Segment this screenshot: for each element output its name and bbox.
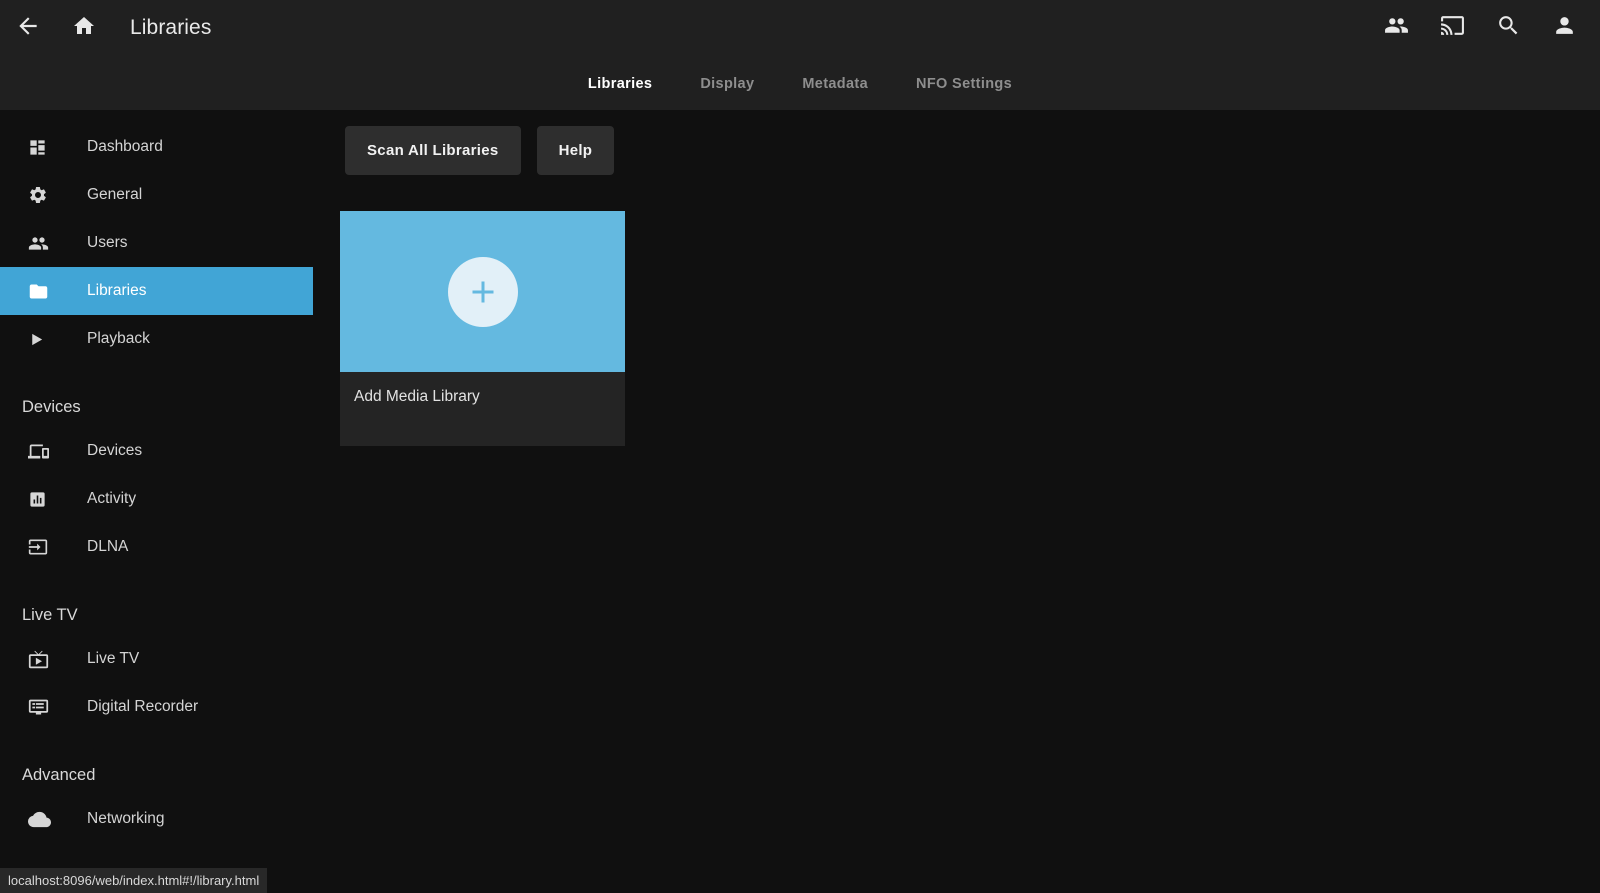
tab-display[interactable]: Display	[676, 66, 778, 102]
sidebar-item-users[interactable]: Users	[0, 219, 313, 267]
header-actions	[1368, 0, 1592, 56]
add-media-library-card[interactable]: Add Media Library	[340, 211, 625, 446]
sidebar-label: DLNA	[87, 538, 129, 555]
sidebar-item-digital-recorder[interactable]: Digital Recorder	[0, 683, 313, 731]
cast-button[interactable]	[1424, 0, 1480, 56]
jellyfin-dashboard-page: Libraries Libraries Display Metadata NFO…	[0, 0, 1600, 893]
user-account-button[interactable]	[1536, 0, 1592, 56]
sidebar-label: Users	[87, 234, 128, 251]
people-icon	[28, 231, 58, 255]
sidebar-item-libraries[interactable]: Libraries	[0, 267, 313, 315]
sidebar-label: Libraries	[87, 282, 147, 299]
sidebar-label: Live TV	[87, 650, 140, 667]
tv-icon	[28, 647, 58, 671]
dashboard-grid-icon	[28, 135, 58, 159]
devices-icon	[28, 439, 58, 463]
plus-icon	[447, 256, 518, 327]
tab-metadata[interactable]: Metadata	[778, 66, 892, 102]
home-icon	[72, 14, 96, 43]
settings-tab-bar: Libraries Display Metadata NFO Settings	[0, 58, 1600, 110]
search-button[interactable]	[1480, 0, 1536, 56]
sidebar-item-devices[interactable]: Devices	[0, 427, 313, 475]
sidebar-item-activity[interactable]: Activity	[0, 475, 313, 523]
scan-all-libraries-button[interactable]: Scan All Libraries	[345, 126, 521, 175]
back-button[interactable]	[0, 0, 56, 56]
add-media-library-thumbnail	[340, 211, 625, 372]
sidebar-heading-devices: Devices	[22, 398, 81, 416]
sidebar-label: Activity	[87, 490, 137, 507]
sidebar-item-live-tv[interactable]: Live TV	[0, 635, 313, 683]
cloud-icon	[28, 807, 58, 831]
sidebar-item-networking[interactable]: Networking	[0, 795, 313, 843]
activity-chart-icon	[28, 487, 58, 511]
sidebar-label: Networking	[87, 810, 165, 827]
sidebar-heading-advanced: Advanced	[22, 766, 96, 784]
page-title: Libraries	[130, 16, 212, 39]
help-button[interactable]: Help	[536, 126, 615, 175]
sidebar-item-dlna[interactable]: DLNA	[0, 523, 313, 571]
gear-icon	[28, 183, 58, 207]
search-icon	[1496, 13, 1521, 43]
home-button[interactable]	[56, 0, 112, 56]
library-card-grid: Add Media Library	[313, 175, 1600, 446]
sidebar-label: General	[87, 186, 143, 203]
folder-icon	[28, 279, 58, 303]
sidebar-item-playback[interactable]: Playback	[0, 315, 313, 363]
group-icon	[1384, 13, 1409, 43]
sidebar-label: Playback	[87, 330, 150, 347]
app-header: Libraries Libraries Display Metadata NFO…	[0, 0, 1600, 110]
sidebar-label: Devices	[87, 442, 143, 459]
user-account-icon	[1552, 13, 1577, 43]
arrow-left-icon	[15, 13, 41, 44]
tab-libraries[interactable]: Libraries	[564, 66, 676, 102]
play-triangle-icon	[28, 327, 58, 351]
sidebar-label: Digital Recorder	[87, 698, 199, 715]
group-button[interactable]	[1368, 0, 1424, 56]
sidebar-item-dashboard[interactable]: Dashboard	[0, 123, 313, 171]
settings-sidebar: Dashboard General Users Libraries Playba	[0, 110, 313, 893]
cast-icon	[1440, 13, 1465, 43]
tab-nfo-settings[interactable]: NFO Settings	[892, 66, 1036, 102]
libraries-content: Scan All Libraries Help Add Media Librar…	[313, 110, 1600, 893]
sidebar-heading-livetv: Live TV	[22, 606, 78, 624]
sidebar-item-general[interactable]: General	[0, 171, 313, 219]
library-toolbar: Scan All Libraries Help	[313, 110, 1600, 175]
dlna-input-icon	[28, 535, 58, 559]
sidebar-label: Dashboard	[87, 138, 163, 155]
header-top-bar: Libraries	[0, 0, 1600, 56]
dvr-icon	[28, 695, 58, 719]
add-media-library-label: Add Media Library	[354, 388, 480, 405]
status-bar-url: localhost:8096/web/index.html#!/library.…	[0, 868, 268, 893]
